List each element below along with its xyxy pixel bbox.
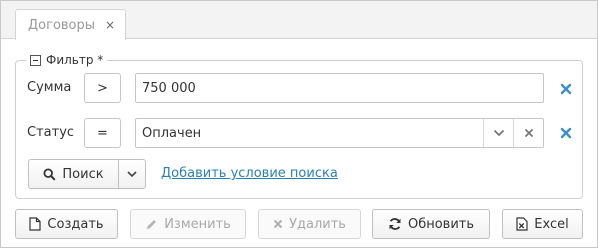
remove-condition-status-icon[interactable] [559,126,573,140]
edit-button[interactable]: Изменить [130,209,246,239]
tab-close-icon[interactable]: × [105,18,115,32]
refresh-button[interactable]: Обновить [372,209,490,239]
refresh-icon [388,217,402,231]
search-icon [43,167,56,181]
app-window: Договоры × Фильтр * Сумма > 750 000 Стат… [0,0,598,248]
tab-contracts[interactable]: Договоры × [15,9,126,40]
delete-button[interactable]: Удалить [258,209,361,239]
chevron-down-icon[interactable] [483,119,513,147]
operator-button-status[interactable]: = [84,118,121,148]
add-condition-link[interactable]: Добавить условие поиска [161,166,338,181]
delete-icon [273,219,283,229]
pencil-icon [145,218,158,231]
search-button[interactable]: Поиск [28,159,119,189]
refresh-button-label: Обновить [407,216,475,232]
clear-value-icon[interactable] [513,119,543,147]
search-options-button[interactable] [118,159,146,189]
excel-button-label: Excel [534,216,569,232]
tab-label: Договоры [28,17,96,33]
status-lookup[interactable]: Оплачен [135,118,544,148]
create-button[interactable]: Создать [15,209,118,239]
condition-label-status: Статус [27,125,75,140]
remove-condition-amount-icon[interactable] [559,82,573,96]
excel-file-icon [516,217,528,231]
create-button-label: Создать [47,216,104,232]
filter-legend[interactable]: Фильтр * [26,53,108,67]
filter-title: Фильтр * [46,53,104,67]
condition-label-amount: Сумма [27,80,72,95]
excel-button[interactable]: Excel [502,209,583,239]
operator-button-amount[interactable]: > [84,73,121,103]
new-document-icon [29,217,42,231]
search-split-button: Поиск [28,159,146,189]
status-value: Оплачен [142,125,202,141]
collapse-icon[interactable] [30,54,41,66]
amount-input[interactable]: 750 000 [135,73,544,103]
tab-strip: Договоры × [1,1,597,40]
filter-panel: Фильтр * Сумма > 750 000 Статус = Оплаче… [15,53,583,199]
delete-button-label: Удалить [289,216,346,232]
search-button-label: Поиск [62,166,104,182]
chevron-down-icon [127,170,137,178]
edit-button-label: Изменить [164,216,231,232]
